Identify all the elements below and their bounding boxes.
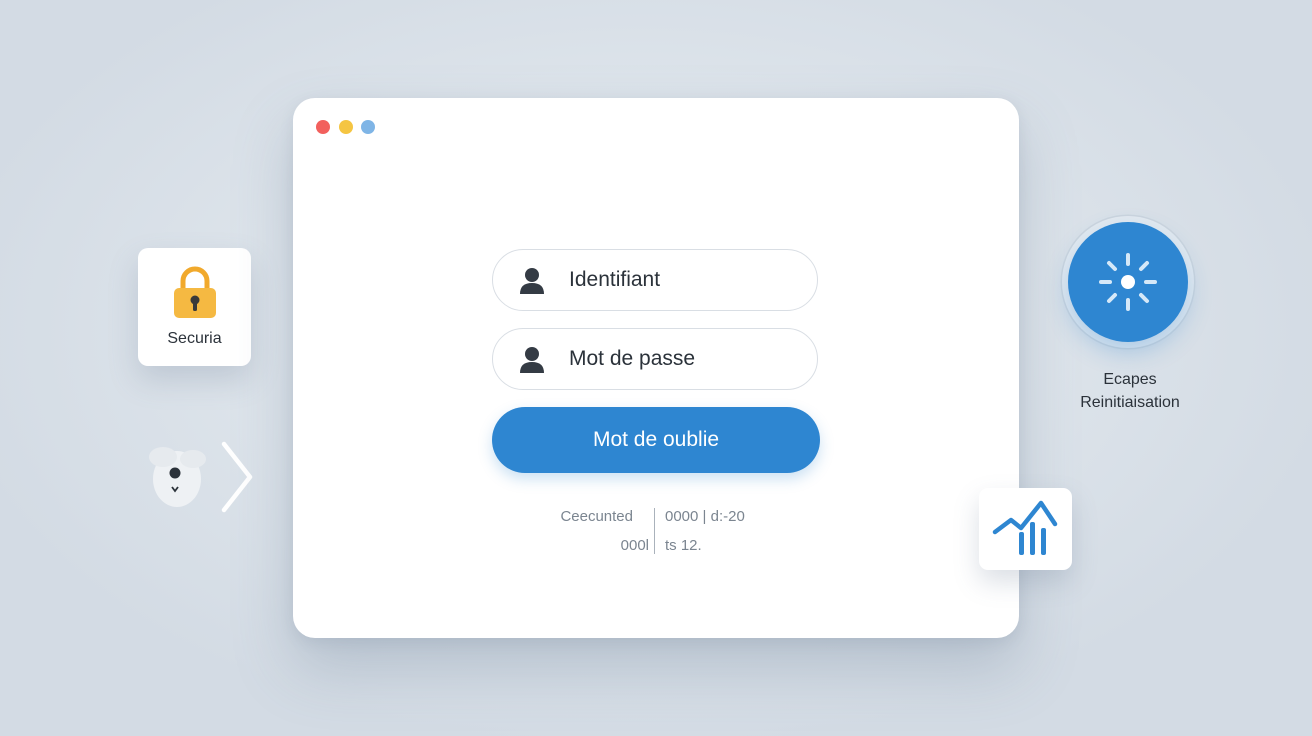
meta-left-line1: Ceecunted	[560, 508, 633, 525]
user-icon	[520, 347, 544, 373]
username-field[interactable]	[492, 249, 818, 311]
minimize-window-button[interactable]	[339, 120, 353, 134]
meta-left-line2: 000l	[620, 537, 649, 554]
chevron-right-icon[interactable]	[216, 440, 256, 514]
username-input[interactable]	[569, 264, 799, 296]
close-window-button[interactable]	[316, 120, 330, 134]
steps-label-line1: Ecapes	[1103, 371, 1157, 388]
meta-right-line1: 0000 | d:-20	[665, 508, 745, 525]
steps-label-line2: Reinitiaisation	[1080, 394, 1180, 411]
steps-badge[interactable]	[1068, 222, 1188, 342]
ghost-face-icon	[149, 447, 206, 507]
maximize-window-button[interactable]	[361, 120, 375, 134]
user-icon	[520, 268, 544, 294]
chart-card[interactable]	[979, 488, 1072, 570]
login-window: Mot de oublie Ceecunted 000l 0000 | d:-2…	[293, 98, 1019, 638]
security-card: Securia	[138, 248, 251, 366]
meta-right-line2: ts 12.	[665, 537, 702, 554]
meta-divider	[654, 508, 655, 554]
signal-chart-icon	[992, 500, 1058, 555]
padlock-icon	[174, 266, 216, 318]
password-field[interactable]	[492, 328, 818, 390]
password-input[interactable]	[569, 343, 799, 375]
loading-spinner-icon	[1099, 253, 1157, 311]
security-label: Securia	[167, 330, 222, 347]
forgot-password-button[interactable]: Mot de oublie	[492, 407, 820, 473]
steps-label: Ecapes Reinitiaisation	[1060, 368, 1200, 414]
